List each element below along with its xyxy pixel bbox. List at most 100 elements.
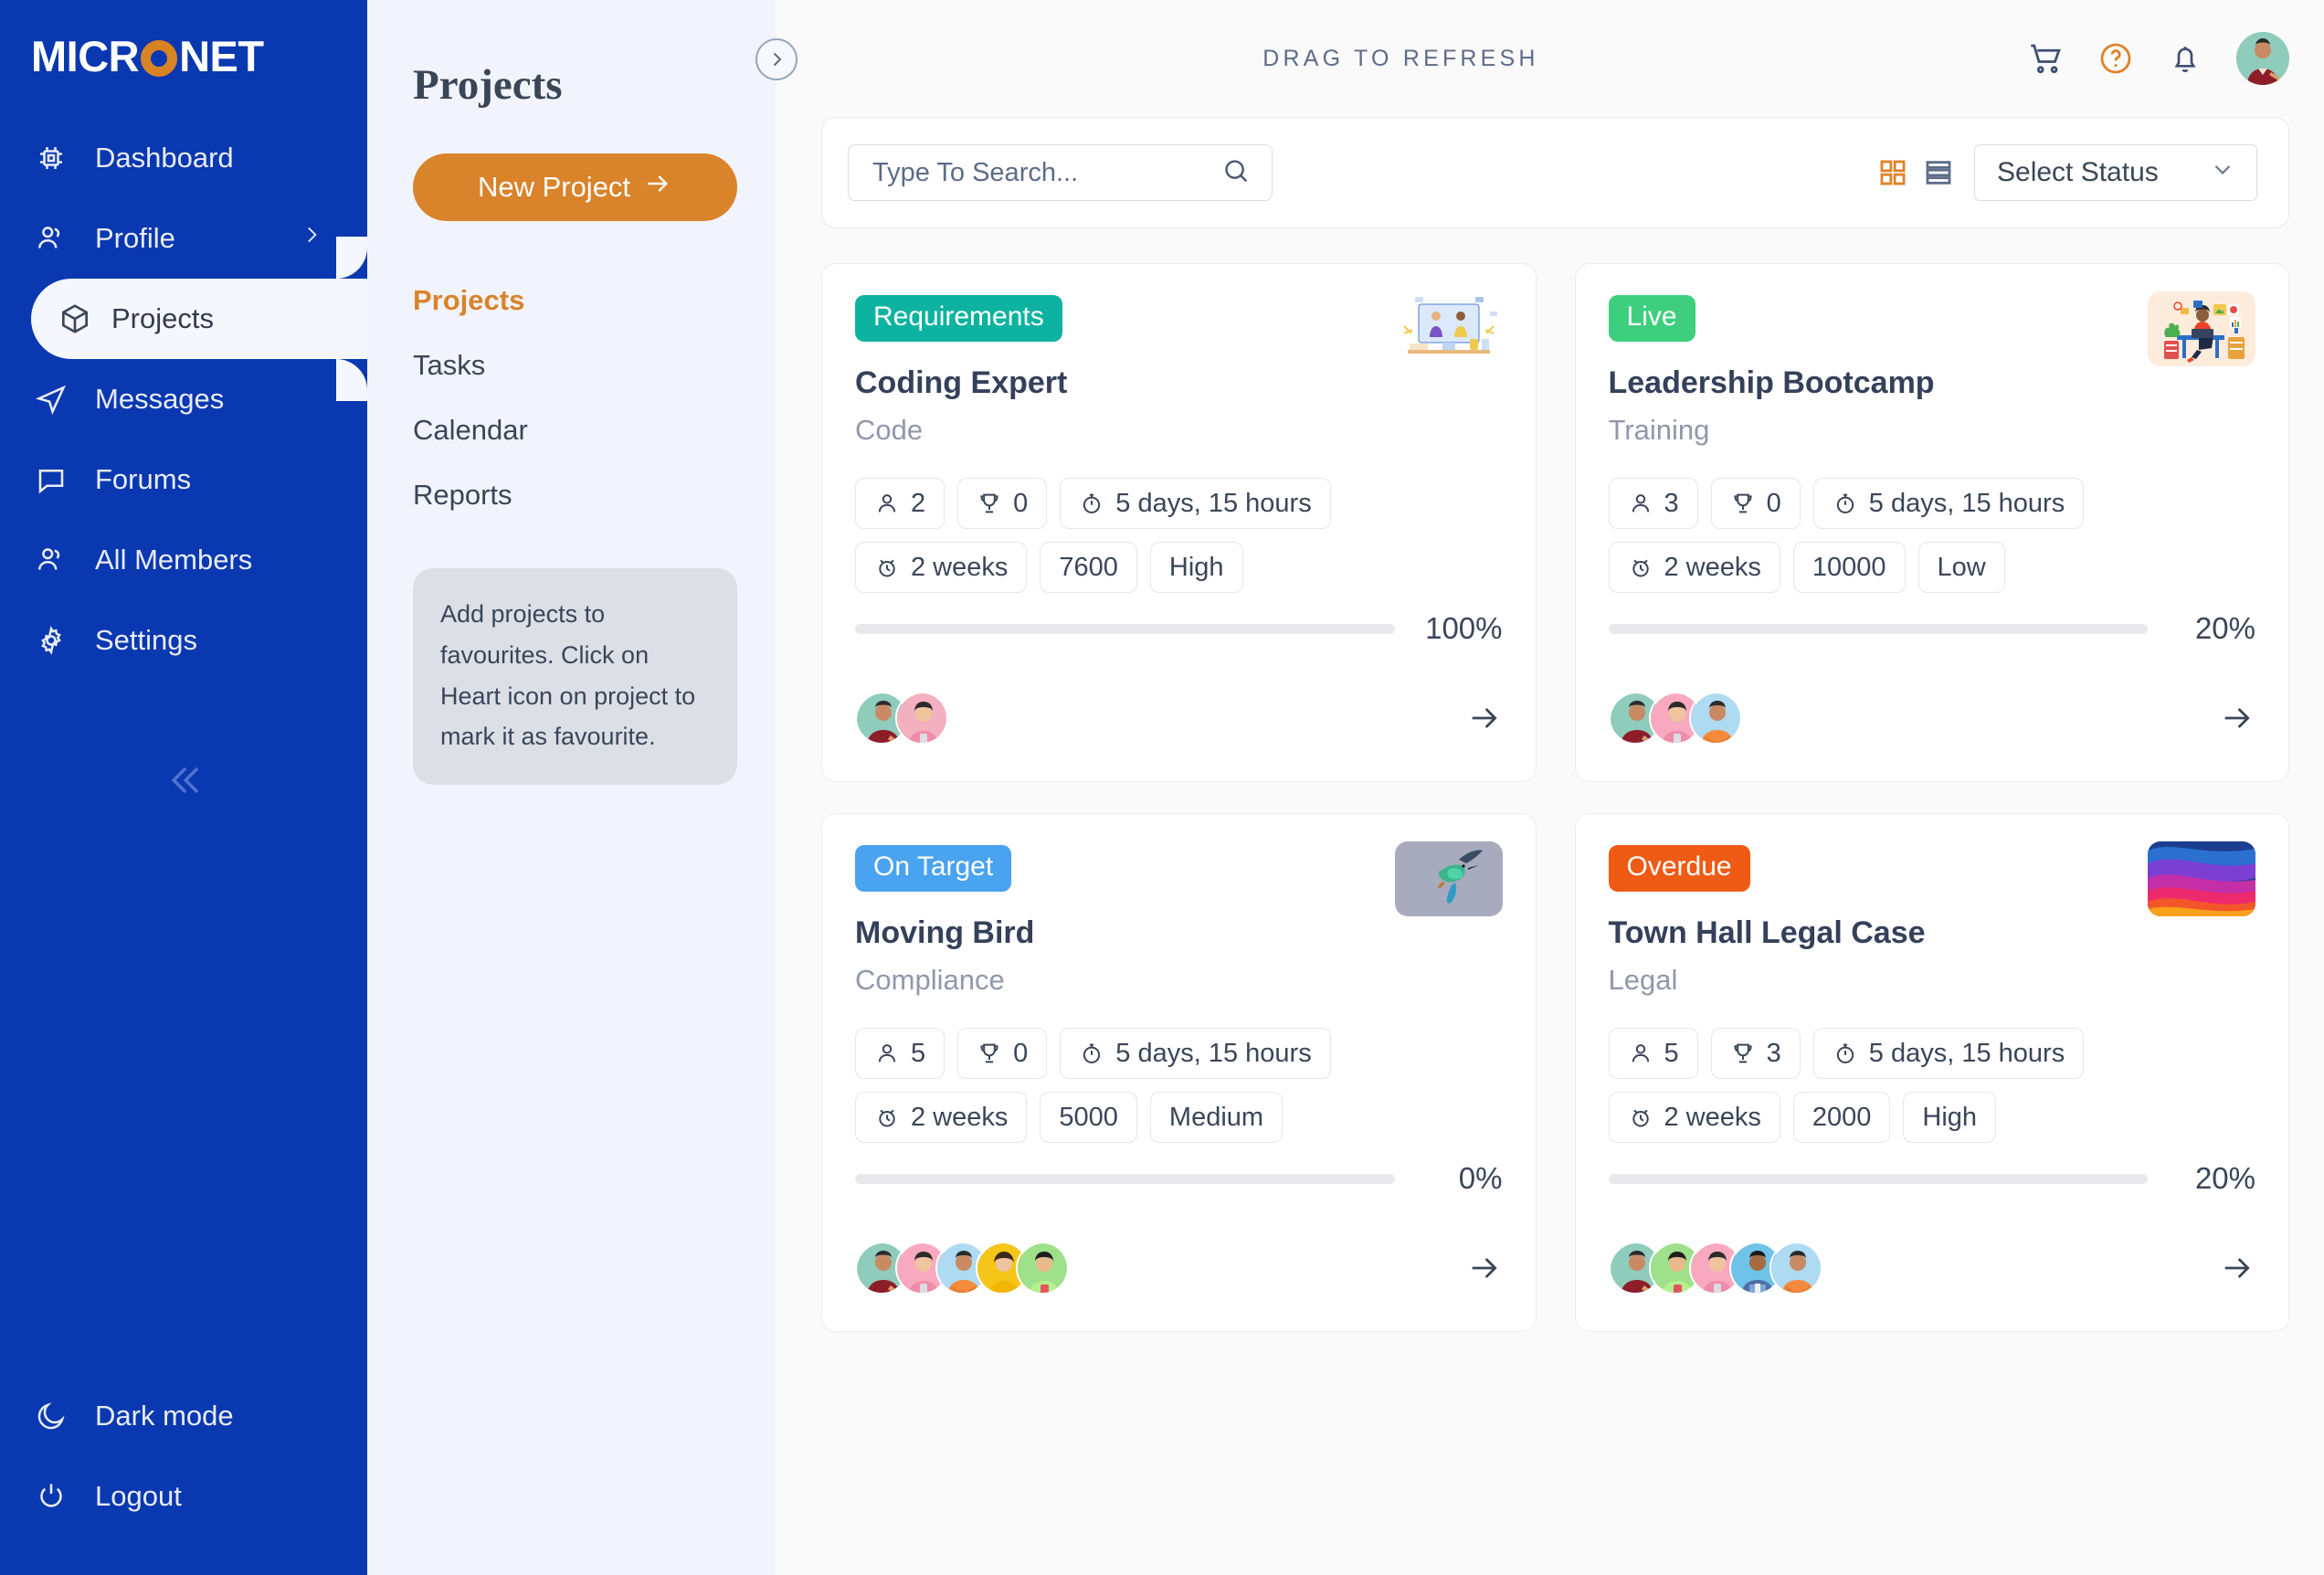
- members-count: 5: [1664, 1038, 1679, 1068]
- search-input[interactable]: [872, 157, 1220, 188]
- duration-value: 2 weeks: [1664, 1102, 1761, 1132]
- card-footer: [1608, 692, 2256, 745]
- list-view-icon[interactable]: [1923, 157, 1954, 188]
- chip-icon: [35, 142, 82, 174]
- cart-icon[interactable]: [2026, 39, 2065, 78]
- search-container[interactable]: [848, 144, 1273, 201]
- progress-label: 20%: [2194, 1161, 2255, 1195]
- top-header: DRAG TO REFRESH: [776, 0, 2324, 117]
- member-avatars: [1608, 1242, 1822, 1295]
- project-thumbnail: [1394, 841, 1503, 916]
- project-card[interactable]: On Target Moving Bird Compliance 5 0 5 d…: [821, 813, 1537, 1332]
- progress-label: 0%: [1458, 1161, 1503, 1195]
- budget-chip: 7600: [1040, 542, 1137, 593]
- projects-content: Select Status Requirements Coding Expert: [776, 117, 2324, 1332]
- priority-chip: High: [1903, 1092, 1997, 1143]
- sidebar-item-label: Forums: [95, 463, 192, 495]
- duration-chip: 2 weeks: [1608, 542, 1780, 593]
- project-card[interactable]: Overdue Town Hall Legal Case Legal 5 3 5…: [1574, 813, 2289, 1332]
- help-circle-icon[interactable]: [2097, 40, 2134, 77]
- new-project-button[interactable]: New Project: [413, 153, 737, 221]
- sidebar-item-messages[interactable]: Messages: [0, 359, 367, 439]
- trophies-count: 0: [1766, 488, 1781, 518]
- budget-value: 7600: [1059, 552, 1118, 582]
- open-project-arrow[interactable]: [2219, 700, 2255, 736]
- status-badge: Overdue: [1608, 845, 1750, 892]
- project-category: Compliance: [855, 964, 1005, 996]
- trophies-chip: 3: [1710, 1028, 1801, 1079]
- progress-track: [1608, 1173, 2148, 1184]
- subnav-item-tasks[interactable]: Tasks: [413, 333, 730, 398]
- toolbar-right-group: Select Status: [1877, 144, 2257, 201]
- duration-chip: 2 weeks: [1608, 1092, 1780, 1143]
- brand-logo: MICR NET: [31, 31, 367, 81]
- chevron-right-icon: [300, 219, 323, 258]
- avatar: [1688, 692, 1742, 745]
- avatar[interactable]: [2236, 32, 2289, 85]
- panel-expand-button[interactable]: [755, 38, 798, 80]
- box-icon: [51, 301, 99, 336]
- sidebar-item-logout[interactable]: Logout: [0, 1456, 367, 1537]
- sidebar-collapse-button[interactable]: [152, 748, 216, 812]
- duration-value: 2 weeks: [911, 1102, 1009, 1132]
- open-project-arrow[interactable]: [2219, 1250, 2255, 1286]
- member-avatars: [855, 692, 948, 745]
- projects-subnav: Projects Tasks Calendar Reports: [413, 269, 730, 528]
- bell-icon[interactable]: [2167, 40, 2203, 77]
- grid-view-icon[interactable]: [1877, 157, 1908, 188]
- project-card[interactable]: Requirements Coding Expert Code 2 0 5 da…: [821, 263, 1537, 782]
- brand-ring-icon: [141, 39, 178, 77]
- project-title: Coding Expert: [855, 365, 1068, 400]
- new-project-label: New Project: [477, 171, 631, 203]
- sidebar-item-label: Profile: [95, 222, 175, 254]
- member-avatars: [1608, 692, 1742, 745]
- brand-name-part2: NET: [179, 32, 264, 80]
- open-project-arrow[interactable]: [1466, 700, 1503, 736]
- status-filter-select[interactable]: Select Status: [1974, 144, 2257, 201]
- subnav-item-calendar[interactable]: Calendar: [413, 398, 730, 463]
- arrow-right-icon: [643, 169, 672, 206]
- budget-value: 2000: [1812, 1102, 1872, 1132]
- card-footer: [855, 692, 1503, 745]
- member-avatars: [855, 1242, 1069, 1295]
- trophies-count: 3: [1766, 1038, 1781, 1068]
- sidebar-item-projects[interactable]: Projects: [31, 279, 367, 359]
- gear-icon: [35, 624, 82, 657]
- priority-chip: Medium: [1149, 1092, 1283, 1143]
- progress-row: 0%: [855, 1161, 1503, 1196]
- project-card[interactable]: Live Leadership Bootcamp Training 3 0 5 …: [1574, 263, 2289, 782]
- budget-value: 10000: [1812, 552, 1886, 582]
- avatar: [1016, 1242, 1069, 1295]
- sidebar-item-forums[interactable]: Forums: [0, 439, 367, 520]
- primary-sidebar: MICR NET Dashboard Profile Projects Mess…: [0, 0, 367, 1575]
- sidebar-item-profile[interactable]: Profile: [0, 198, 367, 279]
- favourites-tip: Add projects to favourites. Click on Hea…: [413, 568, 737, 786]
- project-thumbnail: [2148, 841, 2255, 916]
- moon-icon: [35, 1400, 82, 1432]
- main-content: DRAG TO REFRESH Type To Search... Select…: [776, 0, 2324, 1575]
- progress-row: 20%: [1608, 1161, 2255, 1196]
- subnav-item-reports[interactable]: Reports: [413, 463, 730, 528]
- search-icon[interactable]: [1220, 155, 1252, 191]
- sidebar-item-all-members[interactable]: All Members: [0, 520, 367, 600]
- progress-row: 100%: [855, 611, 1503, 646]
- priority-value: Medium: [1168, 1102, 1264, 1132]
- progress-label: 100%: [1425, 611, 1503, 645]
- chat-bubble-icon: [35, 463, 82, 496]
- members-count: 3: [1664, 488, 1679, 518]
- priority-chip: High: [1149, 542, 1243, 593]
- sidebar-item-dark-mode[interactable]: Dark mode: [0, 1376, 367, 1456]
- project-thumbnail: [2148, 291, 2255, 366]
- priority-value: High: [1922, 1102, 1978, 1132]
- subnav-item-projects[interactable]: Projects: [413, 269, 730, 333]
- sidebar-item-dashboard[interactable]: Dashboard: [0, 118, 367, 198]
- open-project-arrow[interactable]: [1466, 1250, 1503, 1286]
- budget-chip: 10000: [1792, 542, 1906, 593]
- progress-row: 20%: [1608, 611, 2255, 646]
- project-title: Moving Bird: [855, 915, 1035, 950]
- status-filter-label: Select Status: [1997, 157, 2159, 187]
- budget-value: 5000: [1059, 1102, 1118, 1132]
- sidebar-item-settings[interactable]: Settings: [0, 600, 367, 681]
- sidebar-nav: Dashboard Profile Projects Messages Foru…: [0, 118, 367, 681]
- progress-track: [855, 623, 1395, 634]
